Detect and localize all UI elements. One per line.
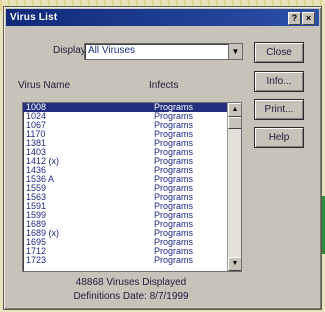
column-header-virus-name: Virus Name <box>18 80 71 91</box>
list-item[interactable]: 1712 Programs <box>23 247 241 256</box>
close-window-icon[interactable]: × <box>302 12 315 25</box>
list-item[interactable]: 1695 Programs <box>23 238 241 247</box>
list-item[interactable]: 1436 Programs <box>23 166 241 175</box>
definitions-date-text: Definitions Date: 8/7/1999 <box>73 291 189 302</box>
help-button[interactable]: Help <box>254 127 304 148</box>
list-item[interactable]: 1381 Programs <box>23 139 241 148</box>
print-button[interactable]: Print... <box>254 99 304 120</box>
title-bar: Virus List ? × <box>6 9 319 26</box>
list-item[interactable]: 1689 (x) Programs <box>23 229 241 238</box>
scroll-thumb[interactable] <box>228 117 241 129</box>
display-selected-value: All Viruses <box>88 45 136 56</box>
display-dropdown[interactable]: All Viruses ▼ <box>84 43 243 60</box>
list-item[interactable]: 1067 Programs <box>23 121 241 130</box>
column-header-infects: Infects <box>149 80 179 91</box>
list-item[interactable]: 1024 Programs <box>23 112 241 121</box>
list-item[interactable]: 1723 Programs <box>23 256 241 265</box>
virus-list-dialog: Virus List ? × Display: All Viruses ▼ Vi… <box>3 6 322 310</box>
list-item[interactable]: 1170 Programs <box>23 130 241 139</box>
list-item[interactable]: 1563 Programs <box>23 193 241 202</box>
virus-list[interactable]: 1008 Programs 1024 Programs 1067 Programs 1170… <box>22 102 242 272</box>
info-button[interactable]: Info... <box>254 71 304 92</box>
list-item[interactable]: 1536 A Programs <box>23 175 241 184</box>
close-button[interactable]: Close <box>254 42 304 63</box>
virus-name: 1723 <box>26 255 47 265</box>
scroll-down-icon[interactable]: ▼ <box>228 257 241 271</box>
window-title: Virus List <box>10 12 58 23</box>
virus-infects: Programs <box>154 255 194 265</box>
virus-count-text: 48868 Viruses Displayed <box>75 277 187 288</box>
list-item[interactable]: 1591 Programs <box>23 202 241 211</box>
list-item[interactable]: 1559 Programs <box>23 184 241 193</box>
virus-list-rows: 1008 Programs 1024 Programs 1067 Programs 1170… <box>23 103 241 265</box>
chevron-down-icon[interactable]: ▼ <box>228 44 242 59</box>
help-question-icon[interactable]: ? <box>288 12 301 25</box>
list-item[interactable]: 1412 (x) Programs <box>23 157 241 166</box>
list-item[interactable]: 1599 Programs <box>23 211 241 220</box>
vertical-scrollbar[interactable]: ▲ ▼ <box>227 103 241 271</box>
list-item[interactable]: 1008 Programs <box>23 103 241 112</box>
scroll-up-icon[interactable]: ▲ <box>228 103 241 117</box>
